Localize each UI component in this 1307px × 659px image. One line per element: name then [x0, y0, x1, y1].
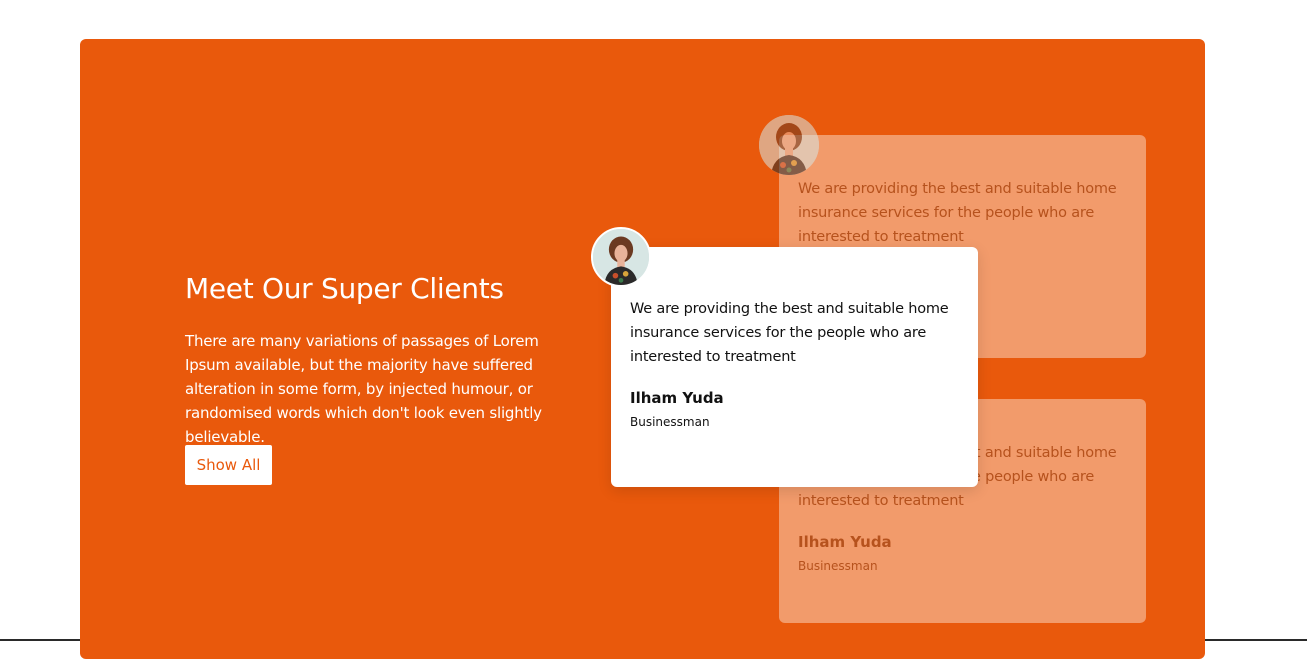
section-heading: Meet Our Super Clients — [185, 272, 504, 305]
avatar-active — [591, 227, 651, 287]
testimonial-quote: We are providing the best and suitable h… — [630, 301, 949, 365]
section-description: There are many variations of passages of… — [185, 332, 542, 446]
testimonial-quote: We are providing the best and suitable h… — [798, 181, 1117, 245]
testimonial-role: Businessman — [798, 559, 878, 573]
testimonial-role: Businessman — [630, 415, 710, 429]
client-photo-icon — [593, 229, 649, 285]
avatar-top — [759, 115, 819, 175]
show-all-button[interactable]: Show All — [185, 445, 272, 485]
client-photo-icon — [759, 115, 819, 175]
testimonial-name: Ilham Yuda — [630, 389, 724, 407]
testimonial-card-active[interactable]: We are providing the best and suitable h… — [611, 247, 978, 487]
clients-section: Meet Our Super Clients There are many va… — [80, 39, 1205, 659]
testimonial-name: Ilham Yuda — [798, 533, 892, 551]
